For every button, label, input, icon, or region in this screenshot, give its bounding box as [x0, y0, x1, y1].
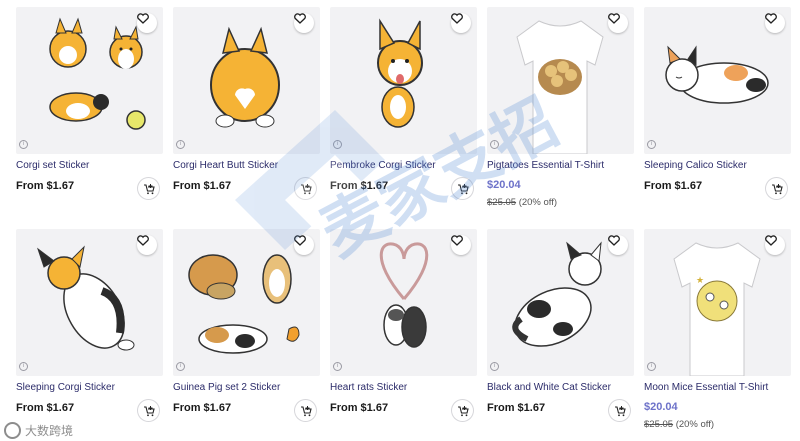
add-to-cart-button[interactable] [138, 400, 159, 421]
cart-plus-icon [457, 183, 469, 194]
add-to-cart-button[interactable] [609, 400, 630, 421]
heart-icon [608, 235, 620, 246]
product-thumbnail[interactable]: i [173, 229, 320, 376]
info-icon[interactable]: i [647, 140, 656, 149]
add-to-cart-button[interactable] [452, 178, 473, 199]
product-title[interactable]: Corgi set Sticker [16, 160, 89, 171]
favorite-button[interactable] [608, 235, 628, 255]
info-icon[interactable]: i [647, 362, 656, 371]
product-price: From $1.67 [487, 402, 546, 414]
product-thumbnail[interactable]: i [330, 229, 477, 376]
product-title[interactable]: Pigtatoes Essential T-Shirt [487, 160, 604, 171]
cart-plus-icon [614, 405, 626, 416]
info-icon[interactable]: i [490, 362, 499, 371]
cart-plus-icon [143, 183, 155, 194]
product-thumbnail[interactable]: i [16, 229, 163, 376]
product-thumbnail[interactable]: i [487, 229, 634, 376]
heart-icon [294, 235, 306, 246]
original-price: $25.05 (20% off) [644, 419, 714, 430]
product-price: From $1.67 [644, 180, 703, 192]
add-to-cart-button[interactable] [766, 178, 787, 199]
add-to-cart-button[interactable] [138, 178, 159, 199]
sale-price: $20.04 [487, 179, 521, 191]
product-price: From $1.67 [173, 180, 232, 192]
heart-icon [608, 13, 620, 24]
favorite-button[interactable] [608, 13, 628, 33]
product-price: From $1.67 [173, 402, 232, 414]
original-price: $25.05 (20% off) [487, 197, 557, 208]
heart-icon [451, 235, 463, 246]
product-title[interactable]: Corgi Heart Butt Sticker [173, 160, 278, 171]
corner-watermark: 大数跨境 [4, 422, 73, 439]
info-icon[interactable]: i [19, 140, 28, 149]
cart-plus-icon [300, 183, 312, 194]
info-icon[interactable]: i [490, 140, 499, 149]
product-title[interactable]: Sleeping Corgi Sticker [16, 382, 115, 393]
cart-plus-icon [300, 405, 312, 416]
heart-icon [137, 13, 149, 24]
product-thumbnail[interactable]: i [330, 7, 477, 154]
heart-icon [294, 13, 306, 24]
svg-text:★: ★ [696, 276, 704, 286]
heart-icon [137, 235, 149, 246]
strikethrough-price: $25.05 [644, 419, 674, 430]
strikethrough-price: $25.05 [487, 197, 517, 208]
discount-label: (20% off) [675, 419, 715, 430]
product-title[interactable]: Heart rats Sticker [330, 382, 407, 393]
product-price: From $1.67 [330, 402, 389, 414]
favorite-button[interactable] [137, 235, 157, 255]
product-title[interactable]: Black and White Cat Sticker [487, 382, 611, 393]
heart-icon [451, 13, 463, 24]
add-to-cart-button[interactable] [295, 400, 316, 421]
product-thumbnail[interactable]: ★ i [644, 229, 791, 376]
product-title[interactable]: Pembroke Corgi Sticker [330, 160, 436, 171]
sale-price: $20.04 [644, 401, 678, 413]
corner-watermark-text: 大数跨境 [25, 424, 74, 438]
info-icon[interactable]: i [176, 362, 185, 371]
cart-plus-icon [143, 405, 155, 416]
heart-icon [765, 13, 777, 24]
favorite-button[interactable] [451, 235, 471, 255]
product-thumbnail[interactable]: i [16, 7, 163, 154]
favorite-button[interactable] [294, 235, 314, 255]
discount-label: (20% off) [518, 197, 558, 208]
cart-plus-icon [457, 405, 469, 416]
favorite-button[interactable] [137, 13, 157, 33]
info-icon[interactable]: i [333, 140, 342, 149]
favorite-button[interactable] [294, 13, 314, 33]
product-thumbnail[interactable]: i [644, 7, 791, 154]
product-price: From $1.67 [16, 402, 75, 414]
info-icon[interactable]: i [19, 362, 28, 371]
product-title[interactable]: Guinea Pig set 2 Sticker [173, 382, 280, 393]
cart-plus-icon [771, 183, 783, 194]
info-icon[interactable]: i [176, 140, 185, 149]
product-price: From $1.67 [330, 180, 389, 192]
add-to-cart-button[interactable] [295, 178, 316, 199]
favorite-button[interactable] [451, 13, 471, 33]
product-price: From $1.67 [16, 180, 75, 192]
product-thumbnail[interactable]: i [173, 7, 320, 154]
favorite-button[interactable] [765, 235, 785, 255]
product-title[interactable]: Moon Mice Essential T-Shirt [644, 382, 768, 393]
heart-icon [765, 235, 777, 246]
circle-logo-icon [4, 422, 21, 439]
favorite-button[interactable] [765, 13, 785, 33]
info-icon[interactable]: i [333, 362, 342, 371]
product-thumbnail[interactable]: i [487, 7, 634, 154]
add-to-cart-button[interactable] [452, 400, 473, 421]
product-title[interactable]: Sleeping Calico Sticker [644, 160, 747, 171]
